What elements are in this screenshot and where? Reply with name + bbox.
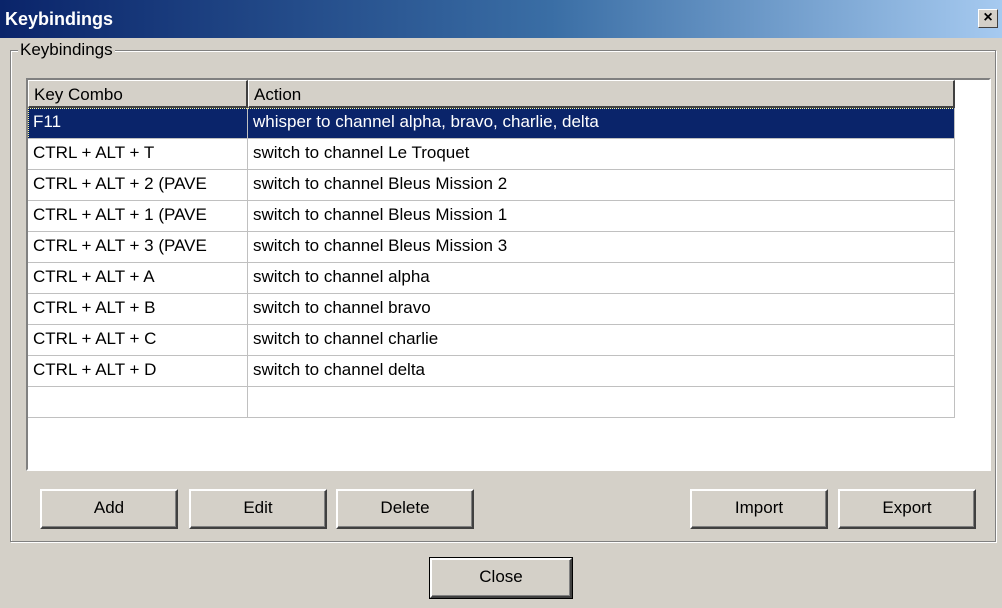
close-icon[interactable]: ×: [978, 9, 998, 28]
delete-button[interactable]: Delete: [336, 489, 474, 529]
table-row[interactable]: CTRL + ALT + Tswitch to channel Le Troqu…: [28, 139, 955, 170]
key-combo-cell: CTRL + ALT + C: [28, 325, 248, 356]
export-button[interactable]: Export: [838, 489, 976, 529]
table-row[interactable]: [28, 387, 955, 418]
list-body: F11 whisper to channel alpha, bravo, char…: [28, 108, 955, 418]
action-cell: whisper to channel alpha, bravo, charlie…: [248, 108, 955, 139]
table-row[interactable]: F11 whisper to channel alpha, bravo, char…: [28, 108, 955, 139]
close-button[interactable]: Close: [429, 557, 573, 599]
key-combo-cell: CTRL + ALT + B: [28, 294, 248, 325]
table-row[interactable]: CTRL + ALT + Aswitch to channel alpha: [28, 263, 955, 294]
import-button[interactable]: Import: [690, 489, 828, 529]
action-cell: [248, 387, 955, 418]
keybindings-list[interactable]: Key Combo Action F11 whisper to channel a…: [26, 78, 991, 471]
table-row[interactable]: CTRL + ALT + 3 (PAVE switch to channel Bl…: [28, 232, 955, 263]
key-combo-cell: [28, 387, 248, 418]
action-cell: switch to channel alpha: [248, 263, 955, 294]
table-row[interactable]: CTRL + ALT + Dswitch to channel delta: [28, 356, 955, 387]
table-row[interactable]: CTRL + ALT + 2 (PAVE switch to channel Bl…: [28, 170, 955, 201]
action-cell: switch to channel Bleus Mission 2: [248, 170, 955, 201]
action-cell: switch to channel bravo: [248, 294, 955, 325]
key-combo-cell: CTRL + ALT + 3 (PAVE: [28, 232, 248, 263]
action-cell: switch to channel delta: [248, 356, 955, 387]
column-header-key-combo[interactable]: Key Combo: [28, 80, 248, 108]
key-combo-cell: CTRL + ALT + T: [28, 139, 248, 170]
action-cell: switch to channel Bleus Mission 1: [248, 201, 955, 232]
table-row[interactable]: CTRL + ALT + 1 (PAVE switch to channel Bl…: [28, 201, 955, 232]
key-combo-cell: CTRL + ALT + 1 (PAVE: [28, 201, 248, 232]
key-combo-cell: CTRL + ALT + 2 (PAVE: [28, 170, 248, 201]
action-cell: switch to channel charlie: [248, 325, 955, 356]
action-cell: switch to channel Bleus Mission 3: [248, 232, 955, 263]
edit-button[interactable]: Edit: [189, 489, 327, 529]
close-glyph: ×: [983, 9, 993, 26]
table-row[interactable]: CTRL + ALT + Cswitch to channel charlie: [28, 325, 955, 356]
table-row[interactable]: CTRL + ALT + Bswitch to channel bravo: [28, 294, 955, 325]
list-header: Key Combo Action: [28, 80, 955, 108]
title-bar[interactable]: Keybindings ×: [0, 0, 1002, 38]
groupbox-label: Keybindings: [18, 40, 115, 60]
column-header-action[interactable]: Action: [248, 80, 955, 108]
action-cell: switch to channel Le Troquet: [248, 139, 955, 170]
key-combo-cell: CTRL + ALT + D: [28, 356, 248, 387]
window-title: Keybindings: [5, 9, 114, 29]
key-combo-cell: CTRL + ALT + A: [28, 263, 248, 294]
add-button[interactable]: Add: [40, 489, 178, 529]
key-combo-cell: F11: [28, 108, 248, 139]
